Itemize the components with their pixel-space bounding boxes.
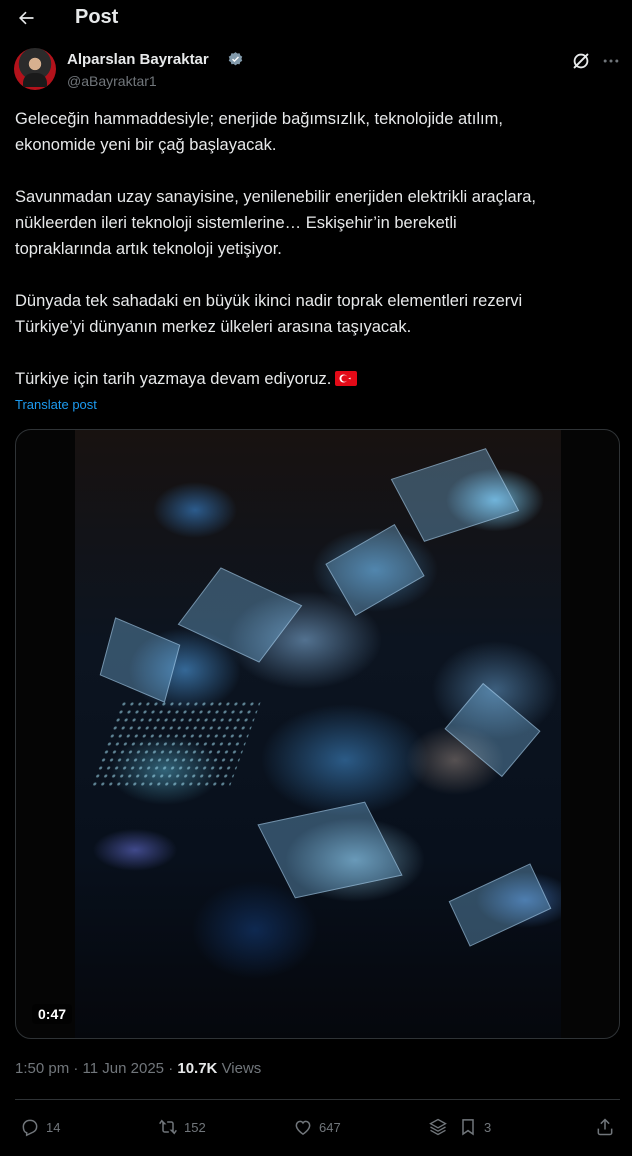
- views-label: Views: [221, 1060, 262, 1077]
- post-date[interactable]: 11 Jun 2025: [83, 1060, 164, 1077]
- action-bar: 14 152 647 3: [15, 1110, 620, 1144]
- heart-icon: [295, 1120, 311, 1135]
- turkey-flag-icon: [335, 371, 358, 386]
- meta-separator: ·: [73, 1060, 79, 1077]
- video-duration: 0:47: [32, 1004, 73, 1024]
- meta-separator: ·: [168, 1060, 174, 1077]
- dotted-surface: [88, 700, 262, 790]
- repost-button[interactable]: 152: [158, 1110, 206, 1144]
- layers-icon: [429, 1118, 447, 1136]
- more-options-button[interactable]: [600, 50, 622, 72]
- views-count: 10.7K: [177, 1060, 218, 1077]
- post-time[interactable]: 1:50 pm: [15, 1060, 69, 1077]
- more-horizontal-icon: [603, 59, 619, 63]
- reply-count: 14: [46, 1119, 61, 1135]
- top-bar: Post: [0, 0, 632, 38]
- avatar[interactable]: [14, 48, 56, 90]
- post-meta: 1:50 pm · 11 Jun 2025 · 10.7K Views: [15, 1060, 261, 1077]
- post-paragraph: Geleceğin hammaddesiyle; enerjide bağıms…: [15, 110, 503, 154]
- like-count: 647: [319, 1119, 341, 1135]
- bookmark-count: 3: [484, 1119, 492, 1135]
- author-row: Alparslan Bayraktar @aBayraktar1: [14, 48, 619, 94]
- share-icon: [597, 1118, 613, 1136]
- video-thumbnail: [75, 430, 561, 1038]
- reply-button[interactable]: 14: [20, 1110, 60, 1144]
- author-name[interactable]: Alparslan Bayraktar: [67, 51, 209, 68]
- crystal-shape: [99, 617, 181, 703]
- reply-icon: [22, 1119, 38, 1137]
- post-paragraph-text: Türkiye için tarih yazmaya devam ediyoru…: [15, 370, 332, 388]
- crystal-shape: [444, 682, 541, 778]
- like-button[interactable]: 647: [293, 1110, 341, 1144]
- share-button[interactable]: [595, 1110, 615, 1144]
- verified-badge-icon: [228, 52, 243, 66]
- crystal-shape: [257, 801, 403, 899]
- avatar-figure: [23, 73, 47, 87]
- author-handle[interactable]: @aBayraktar1: [67, 73, 157, 89]
- divider: [15, 1099, 620, 1100]
- video-player[interactable]: 0:47: [15, 429, 620, 1039]
- page-title: Post: [75, 6, 119, 28]
- crystal-shape: [448, 863, 552, 947]
- crystal-shape: [177, 567, 303, 663]
- repost-icon: [159, 1119, 177, 1135]
- bookmark-button[interactable]: 3: [458, 1110, 491, 1144]
- grok-analyze-button[interactable]: [428, 1110, 448, 1144]
- translate-post-link[interactable]: Translate post: [15, 397, 97, 412]
- bookmark-icon: [462, 1119, 474, 1136]
- arrow-left-icon: [19, 11, 34, 25]
- crystal-shape: [390, 448, 520, 542]
- crystal-shape: [325, 524, 425, 616]
- post-text: Geleceğin hammaddesiyle; enerjide bağıms…: [15, 106, 615, 392]
- post-paragraph: Savunmadan uzay sanayisine, yenilenebili…: [15, 188, 536, 258]
- post-paragraph: Dünyada tek sahadaki en büyük ikinci nad…: [15, 292, 523, 336]
- post-paragraph-last: Türkiye için tarih yazmaya devam ediyoru…: [15, 366, 615, 392]
- grok-icon[interactable]: [570, 50, 592, 72]
- back-button[interactable]: [12, 4, 40, 32]
- repost-count: 152: [184, 1119, 206, 1135]
